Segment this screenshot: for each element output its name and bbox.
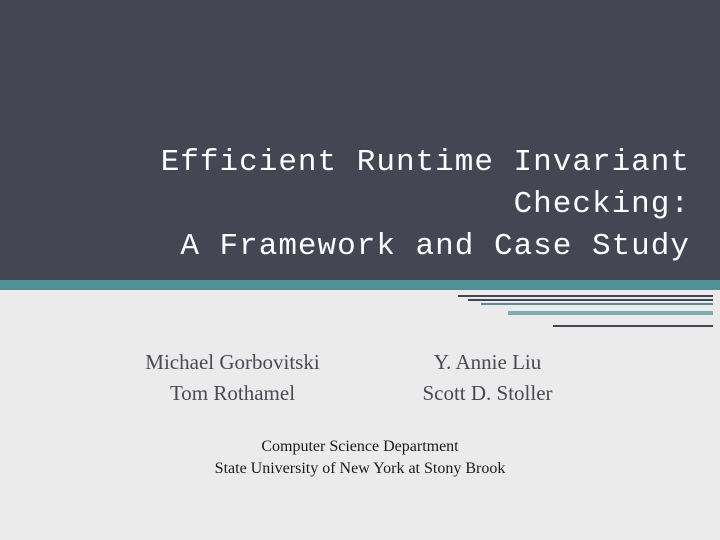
title-header: Efficient Runtime Invariant Checking: A … xyxy=(0,0,720,280)
authors-block: Michael Gorbovitski Y. Annie Liu Tom Rot… xyxy=(0,350,720,406)
decorative-line xyxy=(458,295,713,297)
author-row: Tom Rothamel Scott D. Stoller xyxy=(60,381,660,406)
decorative-line xyxy=(553,325,713,327)
author-name: Scott D. Stoller xyxy=(360,381,615,406)
author-name: Y. Annie Liu xyxy=(360,350,615,375)
decorative-line xyxy=(508,311,713,315)
department-block: Computer Science Department State Univer… xyxy=(0,436,720,481)
title-line-1: Efficient Runtime Invariant Checking: xyxy=(30,142,690,226)
decorative-lines xyxy=(0,290,720,330)
department-line: Computer Science Department xyxy=(0,436,720,458)
author-name: Michael Gorbovitski xyxy=(105,350,360,375)
department-line: State University of New York at Stony Br… xyxy=(0,458,720,480)
decorative-line xyxy=(468,299,713,301)
author-row: Michael Gorbovitski Y. Annie Liu xyxy=(60,350,660,375)
author-name: Tom Rothamel xyxy=(105,381,360,406)
title-line-2: A Framework and Case Study xyxy=(30,226,690,268)
accent-bar xyxy=(0,280,720,290)
decorative-line xyxy=(481,303,713,305)
